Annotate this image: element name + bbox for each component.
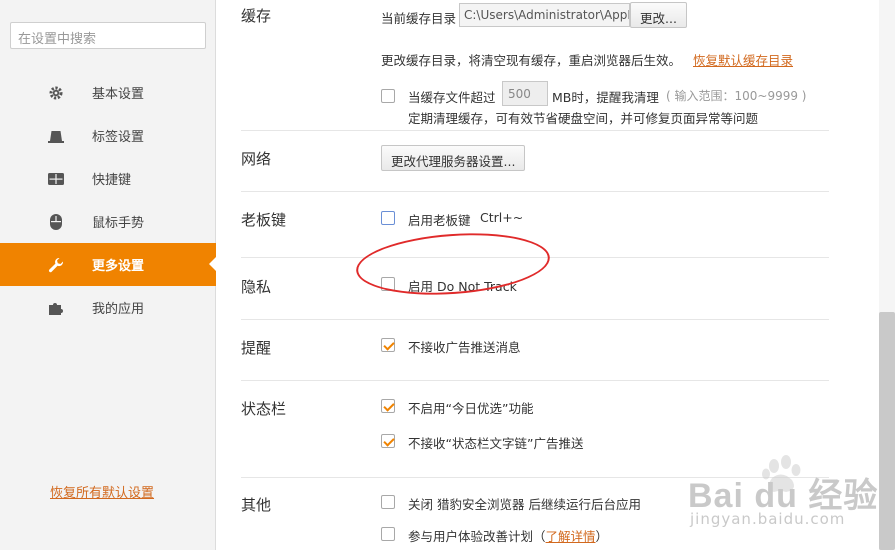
cache-dir-label: 当前缓存目录 [381,11,457,26]
sidebar-item-my-apps[interactable]: 我的应用 [0,286,216,329]
boss-key-label: 启用老板键 [408,213,471,228]
sidebar-item-basic[interactable]: 基本设置 [0,71,216,114]
no-statusbar-ads-label: 不接收“状态栏文字链”广告推送 [408,436,584,451]
cache-limit-input[interactable]: 500 [502,81,548,106]
ux-program-close: ） [595,529,609,544]
section-title-cache: 缓存 [241,7,272,25]
cache-limit-checkbox[interactable] [381,89,395,103]
sidebar-item-label: 基本设置 [92,87,145,102]
watermark-url: jingyan.baidu.com [690,510,846,528]
scrollbar-thumb[interactable] [879,312,895,550]
sidebar-item-tabs[interactable]: 标签设置 [0,114,216,157]
sidebar-item-label: 更多设置 [92,259,145,274]
boss-key-checkbox[interactable] [381,211,395,225]
restore-cache-dir-link[interactable]: 恢复默认缓存目录 [693,50,793,69]
tab-icon [47,127,65,145]
no-ad-push-label: 不接收广告推送消息 [408,340,521,355]
divider [241,380,829,381]
change-cache-dir-button[interactable]: 更改... [630,2,687,28]
cache-limit-label-post: MB时，提醒我清理 [552,90,659,105]
sidebar: 在设置中搜索 基本设置 标签设置 快捷键 鼠标手势 更多设置 我的应用 恢复所有… [0,0,217,550]
learn-more-link[interactable]: 了解详情 [546,529,596,544]
section-title-reminder: 提醒 [241,339,272,357]
section-title-privacy: 隐私 [241,278,272,296]
restore-all-defaults-link[interactable]: 恢复所有默认设置 [50,482,154,501]
section-title-statusbar: 状态栏 [241,400,287,418]
cache-limit-label-pre: 当缓存文件超过 [408,90,496,105]
sidebar-item-label: 我的应用 [92,302,145,317]
sidebar-item-shortcuts[interactable]: 快捷键 [0,157,216,200]
section-title-network: 网络 [241,150,272,168]
divider [241,130,829,131]
divider [241,191,829,192]
puzzle-icon [47,299,65,317]
disable-today-pick-checkbox[interactable] [381,399,395,413]
ux-program-checkbox[interactable] [381,527,395,541]
gear-icon [47,84,65,102]
cache-dir-field[interactable]: C:\Users\Administrator\AppD [459,3,630,27]
sidebar-item-mouse-gestures[interactable]: 鼠标手势 [0,200,216,243]
boss-key-shortcut: Ctrl+~ [480,210,524,225]
keyboard-icon [47,170,65,188]
settings-window: 在设置中搜索 基本设置 标签设置 快捷键 鼠标手势 更多设置 我的应用 恢复所有… [0,0,895,550]
mouse-icon [47,213,65,231]
ux-program-label: 参与用户体验改善计划（了解详情） [408,526,608,545]
cache-limit-desc: 定期清理缓存，可有效节省硬盘空间，并可修复页面异常等问题 [408,111,759,126]
sidebar-item-label: 快捷键 [92,173,132,188]
annotation-ellipse [354,227,552,301]
disable-today-pick-label: 不启用“今日优选”功能 [408,401,534,416]
proxy-settings-button[interactable]: 更改代理服务器设置... [381,145,526,171]
section-title-boss-key: 老板键 [241,211,287,229]
sidebar-item-label: 标签设置 [92,130,145,145]
background-run-label: 关闭 猎豹安全浏览器 后继续运行后台应用 [408,497,641,512]
sidebar-item-more-settings[interactable]: 更多设置 [0,243,217,286]
section-title-other: 其他 [241,496,272,514]
search-input[interactable]: 在设置中搜索 [10,22,206,49]
no-statusbar-ads-checkbox[interactable] [381,434,395,448]
background-run-checkbox[interactable] [381,495,395,509]
cache-note: 更改缓存目录，将清空现有缓存，重启浏览器后生效。 [381,53,682,68]
ux-program-text: 参与用户体验改善计划（ [408,529,546,544]
wrench-icon [47,256,65,274]
divider [241,319,829,320]
no-ad-push-checkbox[interactable] [381,338,395,352]
sidebar-item-label: 鼠标手势 [92,216,145,231]
cache-limit-range: ( 输入范围：100~9999 ) [666,89,807,103]
